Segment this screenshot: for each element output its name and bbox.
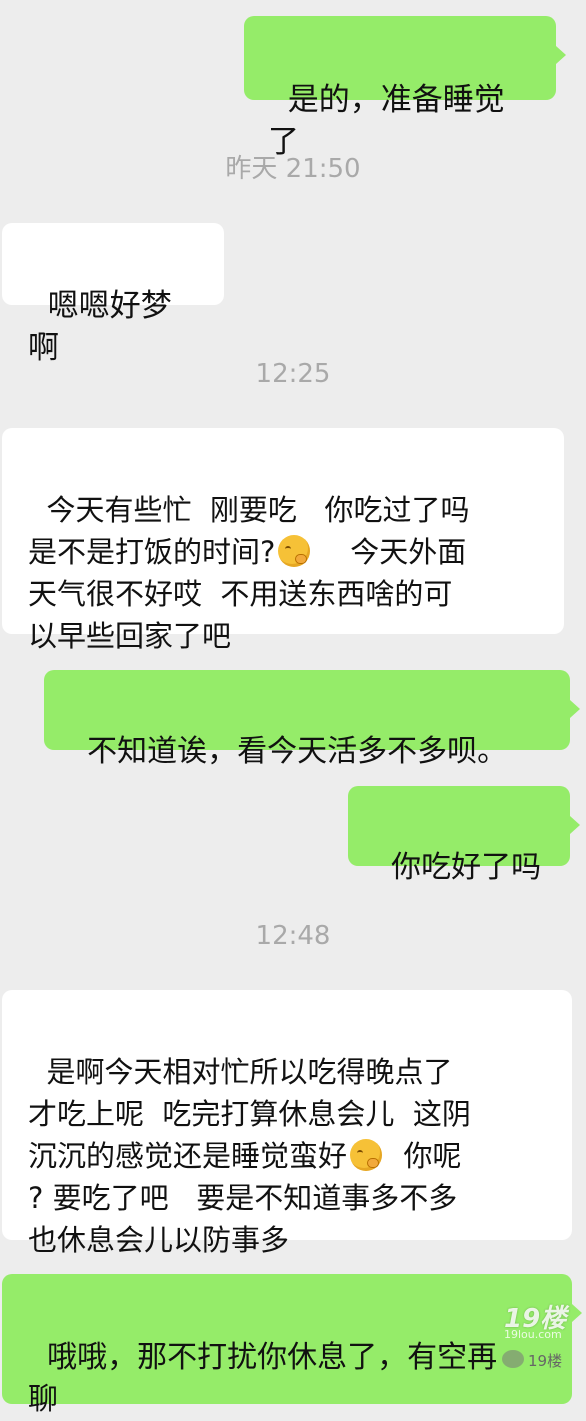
message-bubble-outgoing[interactable]: 是的，准备睡觉了 bbox=[244, 16, 556, 160]
wechat-icon bbox=[502, 1350, 524, 1368]
message-bubble-incoming[interactable]: 今天有些忙 刚要吃 你吃过了吗 是不是打饭的时间? 今天外面 天气很不好哎 不用… bbox=[2, 428, 564, 653]
message-bubble-incoming[interactable]: 是啊今天相对忙所以吃得晚点了 才吃上呢 吃完打算休息会儿 这阴 沉沉的感觉还是睡… bbox=[2, 990, 572, 1257]
message-text: 哦哦，那不打扰你休息了，有空再 聊 bbox=[28, 1340, 498, 1417]
timestamp: 12:25 bbox=[255, 359, 331, 389]
message-text: 嗯嗯好梦啊 bbox=[28, 288, 172, 366]
message-text: 是的，准备睡觉了 bbox=[268, 82, 505, 160]
watermark: 19楼 19lou.com 19楼 bbox=[494, 1298, 582, 1382]
message-bubble-outgoing[interactable]: 你吃好了吗 bbox=[348, 786, 570, 885]
message-text: 你吃好了吗 bbox=[391, 850, 542, 885]
timestamp: 昨天 21:50 bbox=[225, 154, 361, 184]
watermark-label: 19楼 bbox=[528, 1352, 563, 1370]
message-bubble-incoming[interactable]: 嗯嗯好梦啊 bbox=[2, 223, 224, 366]
bubble-tail bbox=[570, 816, 580, 834]
message-bubble-outgoing[interactable]: 不知道诶，看今天活多不多呗。 bbox=[44, 670, 570, 769]
thinking-face-emoji bbox=[278, 535, 311, 567]
bubble-tail bbox=[570, 700, 580, 718]
message-text: 不知道诶，看今天活多不多呗。 bbox=[87, 734, 508, 769]
message-bubble-outgoing[interactable]: 哦哦，那不打扰你休息了，有空再 聊 bbox=[2, 1274, 572, 1417]
watermark-subtext: 19lou.com bbox=[504, 1328, 562, 1341]
timestamp: 12:48 bbox=[255, 921, 331, 951]
thinking-face-emoji bbox=[350, 1139, 383, 1171]
bubble-tail bbox=[556, 46, 566, 64]
